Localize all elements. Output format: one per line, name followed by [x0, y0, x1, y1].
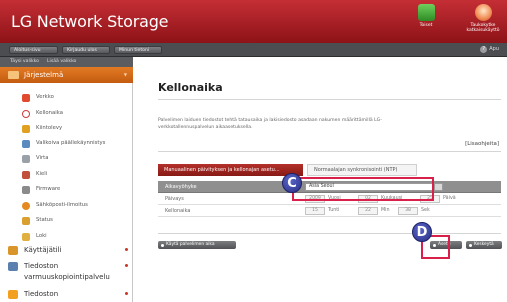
- date-label: Päivays: [165, 196, 184, 202]
- power-icon: [22, 155, 30, 163]
- divider: [158, 233, 501, 234]
- sidebar-item-label: Firmware: [36, 186, 61, 192]
- network-icon: [22, 94, 30, 102]
- help-label: Apu: [489, 46, 499, 52]
- expand-indicator: [125, 248, 128, 251]
- help-link[interactable]: ? Apu: [480, 46, 499, 53]
- page-description: Palvelimen laiduen tiedostot tehtä tatau…: [158, 118, 382, 130]
- group-label: Tiedoston: [24, 290, 59, 298]
- time-row: Kellonaika 15 Tunti 22 Min 38 Sek: [158, 205, 501, 217]
- sidebar-group-file-share[interactable]: Tiedoston: [8, 290, 133, 300]
- sidebar-item-label: Status: [36, 217, 53, 223]
- group-label: Käyttäjätili: [24, 246, 62, 254]
- group-label-line2: varmuuskopiointipalvelu: [24, 273, 110, 281]
- apps-icon: [417, 4, 435, 21]
- power-label: Taukokytke katkaisukäyttö: [466, 23, 500, 33]
- help-icon: ?: [480, 46, 488, 53]
- sidebar-item-label: Kellonaika: [36, 110, 63, 116]
- file-backup-icon: [8, 262, 18, 271]
- more-info-link[interactable]: [Lisaohjeita]: [465, 141, 499, 147]
- section-label: Järjestelmä: [24, 71, 64, 79]
- use-server-time-button[interactable]: Käytä palvelimen aika: [158, 241, 236, 249]
- page-title: Kellonaika: [158, 81, 223, 94]
- sidebar-item-label: Loki: [36, 233, 47, 239]
- sidebar-item-label: Valikoiva päällekäynnistys: [36, 140, 106, 146]
- sidebar-top: Täysi valikko Lisää valikko: [0, 57, 133, 67]
- second-unit: Sek: [421, 208, 430, 213]
- sidebar-item-firmware[interactable]: Firmware: [22, 185, 130, 195]
- expand-indicator: [125, 264, 128, 267]
- sidebar-item-language[interactable]: Kieli: [22, 170, 130, 180]
- tab-manual-time[interactable]: Manuaalinen päivityksen ja kellonajan as…: [158, 164, 303, 176]
- sidebar-item-disk[interactable]: Kiintolevy: [22, 124, 130, 134]
- status-icon: [22, 217, 30, 225]
- app-title: LG Network Storage: [11, 12, 169, 31]
- annotation-badge-d: D: [412, 222, 432, 242]
- power-schedule-icon: [22, 140, 30, 148]
- divider: [158, 99, 501, 100]
- sidebar-item-power[interactable]: Virta: [22, 154, 130, 164]
- home-button[interactable]: Aloitus-sivu: [9, 46, 58, 54]
- sidebar-item-email[interactable]: Sähköposti-ilmoitus: [22, 201, 130, 211]
- system-icon: [8, 71, 19, 79]
- sidebar-item-label: Sähköposti-ilmoitus: [36, 202, 88, 208]
- group-label: Tiedoston: [24, 262, 59, 270]
- sidebar-item-status[interactable]: Status: [22, 216, 130, 226]
- day-unit: Päivä: [443, 196, 456, 201]
- my-info-button[interactable]: Minun tietoni: [114, 46, 162, 54]
- tab-ntp[interactable]: Normaalajan synkronisointi (NTP): [307, 164, 417, 176]
- sidebar-item-time[interactable]: Kellonaika: [22, 109, 130, 119]
- second-field[interactable]: 38: [398, 207, 418, 215]
- file-share-icon: [8, 290, 18, 299]
- sidebar-item-power-schedule[interactable]: Valikoiva päällekäynnistys: [22, 139, 130, 149]
- firmware-icon: [22, 186, 30, 194]
- sidebar-item-label: Virta: [36, 155, 49, 161]
- cancel-button[interactable]: Keskeytä: [466, 241, 502, 249]
- full-menu-link[interactable]: Täysi valikko: [10, 59, 39, 64]
- power-icon: [474, 4, 492, 21]
- language-icon: [22, 171, 30, 179]
- annotation-box-c: [292, 177, 434, 201]
- time-label: Kellonaika: [165, 208, 191, 214]
- sidebar-section-system[interactable]: Järjestelmä ▼: [0, 67, 133, 83]
- hour-field[interactable]: 15: [305, 207, 325, 215]
- logout-button[interactable]: Kirjaudu ulos: [62, 46, 110, 54]
- more-menu-link[interactable]: Lisää valikko: [47, 59, 76, 64]
- user-icon: [8, 246, 18, 255]
- chevron-down-icon: [434, 184, 442, 190]
- app-header: LG Network Storage Toiset Taukokytke kat…: [0, 0, 507, 43]
- sidebar-group-file-backup[interactable]: Tiedoston varmuuskopiointipalvelu: [8, 262, 133, 284]
- log-icon: [22, 233, 30, 241]
- mail-icon: [22, 202, 30, 210]
- timezone-label: Aikavyöhyke: [165, 184, 197, 190]
- sidebar-item-label: Verkko: [36, 94, 54, 100]
- sidebar-item-log[interactable]: Loki: [22, 232, 130, 242]
- divider: [158, 151, 501, 152]
- sidebar: Täysi valikko Lisää valikko Järjestelmä …: [0, 57, 133, 302]
- hour-unit: Tunti: [328, 208, 340, 213]
- sidebar-item-network[interactable]: Verkko: [22, 93, 130, 103]
- power-button[interactable]: Taukokytke katkaisukäyttö: [464, 4, 502, 33]
- sidebar-item-label: Kieli: [36, 171, 48, 177]
- annotation-badge-c: C: [282, 173, 302, 193]
- apps-label: Toiset: [419, 23, 433, 28]
- clock-icon: [22, 110, 30, 118]
- minute-field[interactable]: 22: [358, 207, 378, 215]
- expand-indicator: [125, 292, 128, 295]
- sidebar-item-label: Kiintolevy: [36, 125, 63, 131]
- sidebar-group-user-account[interactable]: Käyttäjätili: [8, 246, 133, 256]
- disk-icon: [22, 125, 30, 133]
- apps-button[interactable]: Toiset: [410, 4, 442, 28]
- minute-unit: Min: [381, 208, 390, 213]
- top-nav: Aloitus-sivu Kirjaudu ulos Minun tietoni…: [0, 43, 507, 57]
- collapse-icon: ▼: [123, 72, 127, 77]
